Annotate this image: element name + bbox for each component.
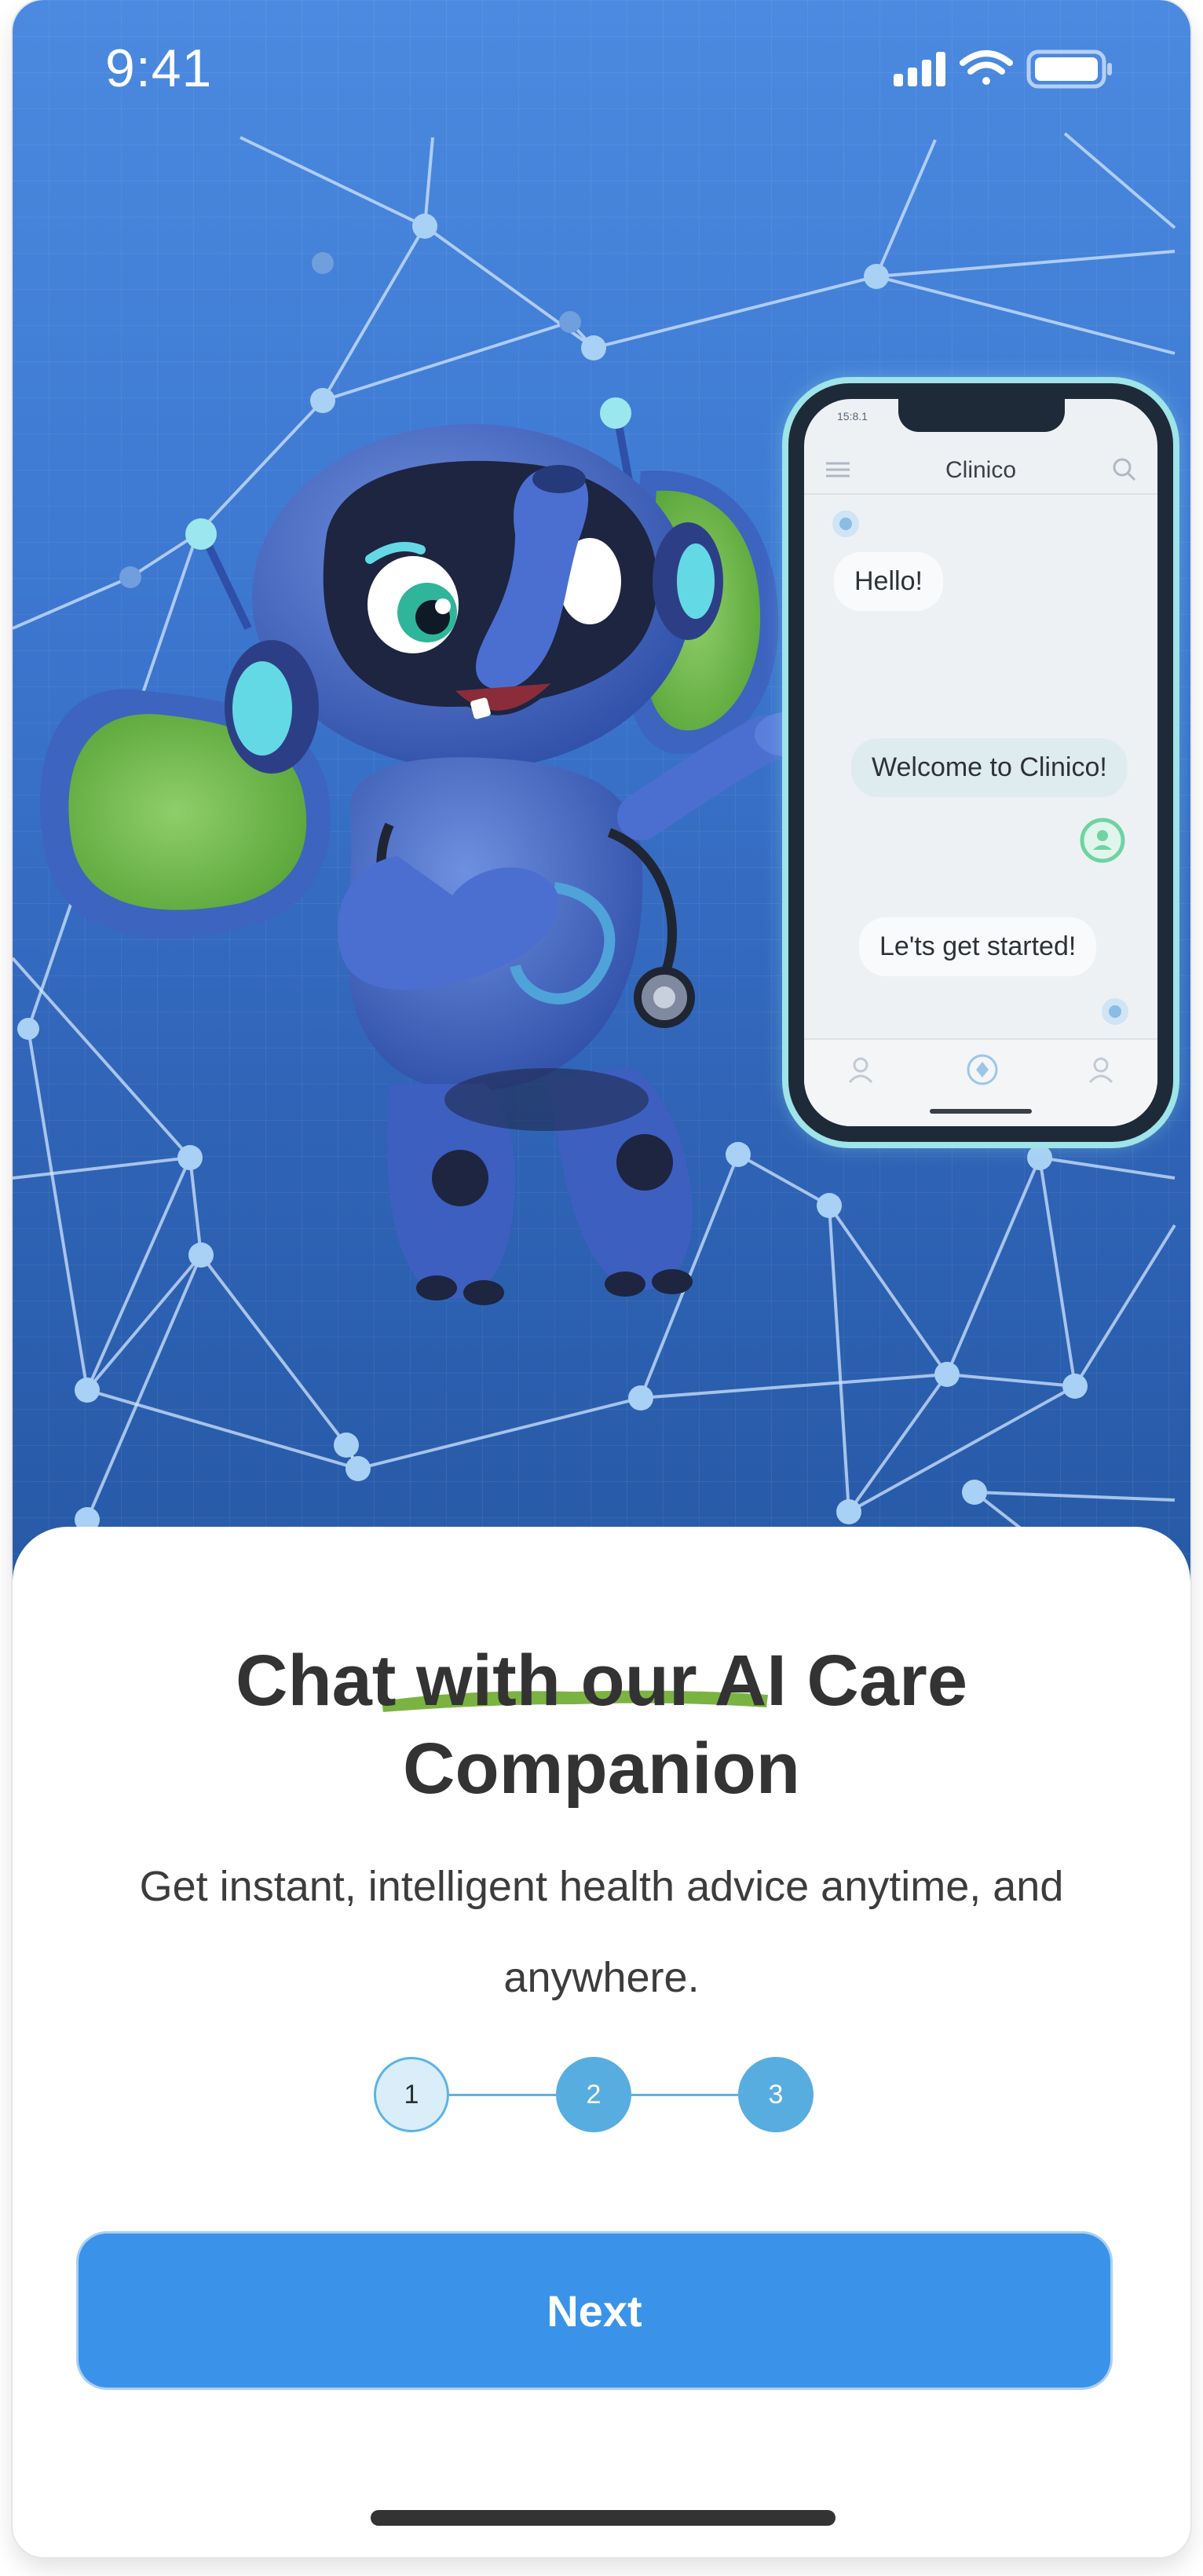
status-time: 9:41 (105, 38, 213, 98)
phone-mockup: 15:8.1 Clinico Hello! Welcome to Clinico… (788, 383, 1173, 1142)
phone-app-title: Clinico (945, 457, 1017, 483)
step-connector-2 (631, 2094, 738, 2096)
phone-screen: 15:8.1 Clinico Hello! Welcome to Clinico… (804, 399, 1157, 1126)
user-avatar-icon (1080, 818, 1125, 863)
phone-home-indicator (930, 1109, 1032, 1114)
status-icons (894, 49, 1112, 89)
home-indicator[interactable] (371, 2510, 836, 2526)
title-line-2: Companion (403, 1729, 800, 1809)
account-tab-icon (1088, 1057, 1113, 1084)
chat-bubble-get-started: Le'ts get started! (859, 917, 1097, 976)
title-line-1: Chat with our AI Care (236, 1641, 967, 1721)
onboarding-card: Chat with our AI Care Companion Get inst… (13, 1527, 1190, 2557)
onboarding-subtitle: Get instant, intelligent health advice a… (139, 1863, 1064, 2001)
chat-bubble-hello: Hello! (834, 552, 943, 611)
robot-elephant-mascot (40, 397, 798, 1305)
phone-notch (898, 399, 1065, 432)
search-icon (1113, 458, 1136, 481)
wifi-icon (960, 50, 1013, 85)
step-3[interactable]: 3 (738, 2057, 814, 2132)
onboarding-title: Chat with our AI Care Companion (13, 1637, 1190, 1813)
home-tab-icon (967, 1054, 998, 1085)
bot-avatar-small-icon (1102, 998, 1128, 1025)
cellular-signal-icon (894, 52, 945, 86)
next-button[interactable]: Next (79, 2234, 1110, 2388)
phone-app-header: Clinico (804, 443, 1157, 495)
phone-tab-bar (804, 1038, 1157, 1126)
status-bar: 9:41 (13, 0, 1190, 141)
hero-illustration: 9:41 15:8.1 Clinico Hello! Welcome to Cl… (13, 0, 1190, 1610)
step-indicator: 1 2 3 (13, 2057, 1190, 2143)
chat-bubble-welcome: Welcome to Clinico! (851, 738, 1128, 797)
device-frame: 9:41 15:8.1 Clinico Hello! Welcome to Cl… (13, 0, 1190, 2557)
battery-icon (1026, 49, 1112, 89)
step-connector-1 (449, 2094, 556, 2096)
phone-status-time: 15:8.1 (837, 410, 868, 423)
step-2[interactable]: 2 (556, 2057, 631, 2132)
profile-tab-icon (848, 1057, 873, 1084)
bot-avatar-icon (832, 510, 859, 537)
step-1[interactable]: 1 (374, 2057, 449, 2132)
